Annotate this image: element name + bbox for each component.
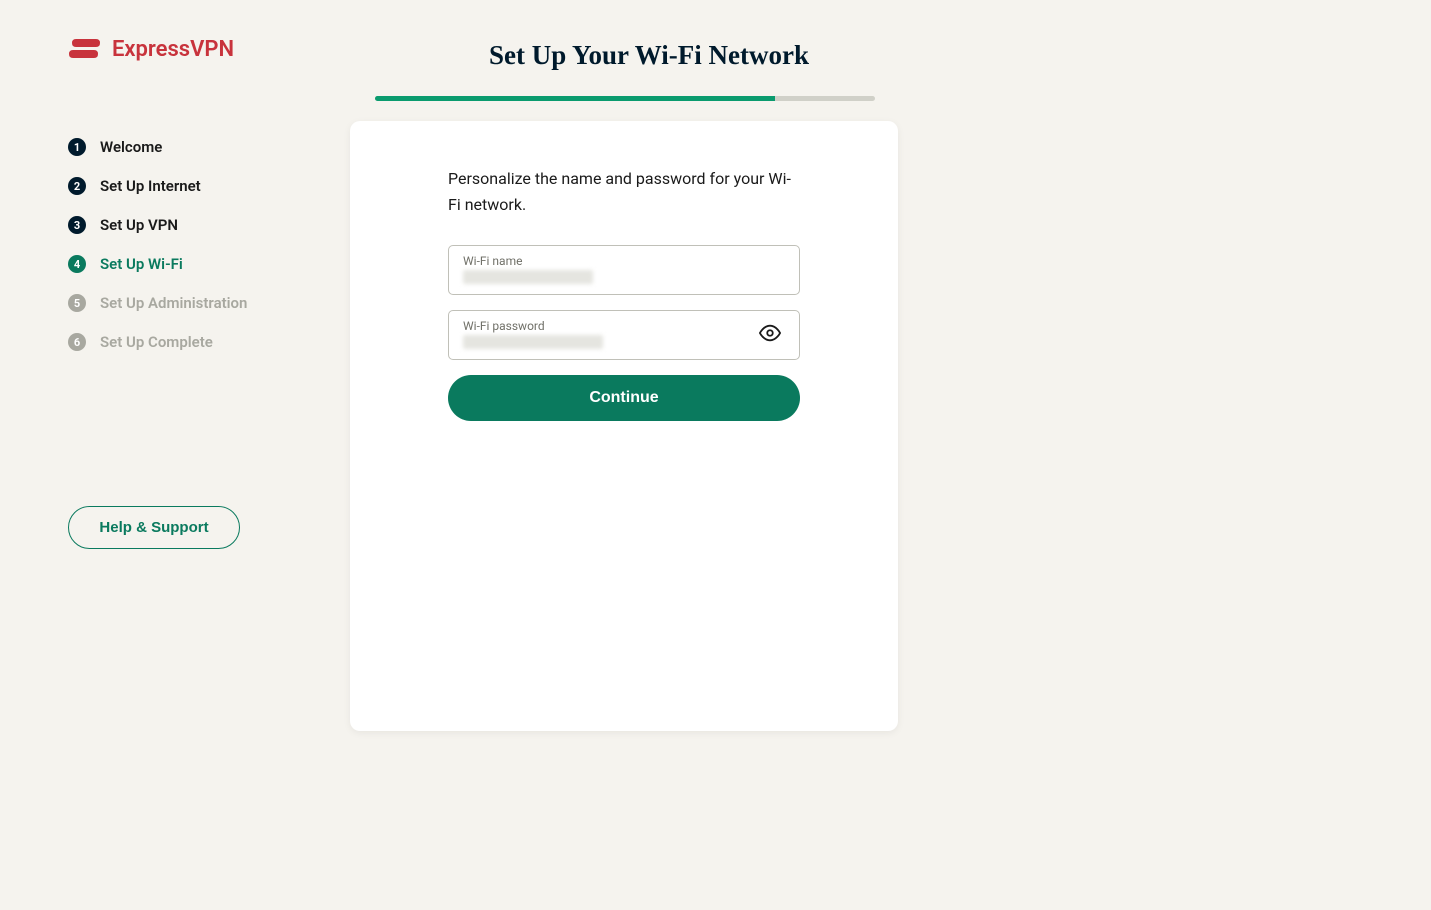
main-content: Set Up Your Wi-Fi Network Personalize th…	[350, 0, 1431, 910]
step-number: 6	[68, 333, 86, 351]
step-number: 1	[68, 138, 86, 156]
step-number: 3	[68, 216, 86, 234]
step-set-up-wifi[interactable]: 4 Set Up Wi-Fi	[68, 255, 310, 273]
step-set-up-vpn[interactable]: 3 Set Up VPN	[68, 216, 310, 234]
progress-fill	[375, 96, 775, 101]
step-number: 2	[68, 177, 86, 195]
brand-name: ExpressVPN	[112, 37, 234, 62]
step-set-up-administration: 5 Set Up Administration	[68, 294, 310, 312]
wifi-password-label: Wi-Fi password	[463, 319, 785, 333]
brand-logo: ExpressVPN	[68, 35, 310, 63]
wifi-name-input[interactable]	[463, 270, 593, 284]
step-label: Set Up Internet	[100, 177, 201, 195]
wifi-password-field[interactable]: Wi-Fi password	[448, 310, 800, 360]
wifi-name-label: Wi-Fi name	[463, 254, 785, 268]
page-title: Set Up Your Wi-Fi Network	[375, 40, 923, 71]
step-label: Set Up Administration	[100, 294, 247, 312]
eye-icon[interactable]	[759, 322, 781, 348]
wifi-password-input[interactable]	[463, 335, 603, 349]
help-support-button[interactable]: Help & Support	[68, 506, 240, 549]
setup-card: Personalize the name and password for yo…	[350, 121, 898, 731]
setup-steps: 1 Welcome 2 Set Up Internet 3 Set Up VPN…	[68, 138, 310, 351]
step-number: 4	[68, 255, 86, 273]
step-set-up-complete: 6 Set Up Complete	[68, 333, 310, 351]
progress-bar	[375, 96, 875, 101]
step-welcome[interactable]: 1 Welcome	[68, 138, 310, 156]
card-description: Personalize the name and password for yo…	[448, 166, 800, 217]
step-set-up-internet[interactable]: 2 Set Up Internet	[68, 177, 310, 195]
sidebar: ExpressVPN 1 Welcome 2 Set Up Internet 3…	[0, 0, 350, 910]
step-label: Welcome	[100, 138, 162, 156]
step-label: Set Up Complete	[100, 333, 213, 351]
expressvpn-icon	[68, 35, 102, 63]
wifi-name-field[interactable]: Wi-Fi name	[448, 245, 800, 295]
step-number: 5	[68, 294, 86, 312]
continue-button[interactable]: Continue	[448, 375, 800, 421]
step-label: Set Up Wi-Fi	[100, 255, 183, 273]
step-label: Set Up VPN	[100, 216, 178, 234]
